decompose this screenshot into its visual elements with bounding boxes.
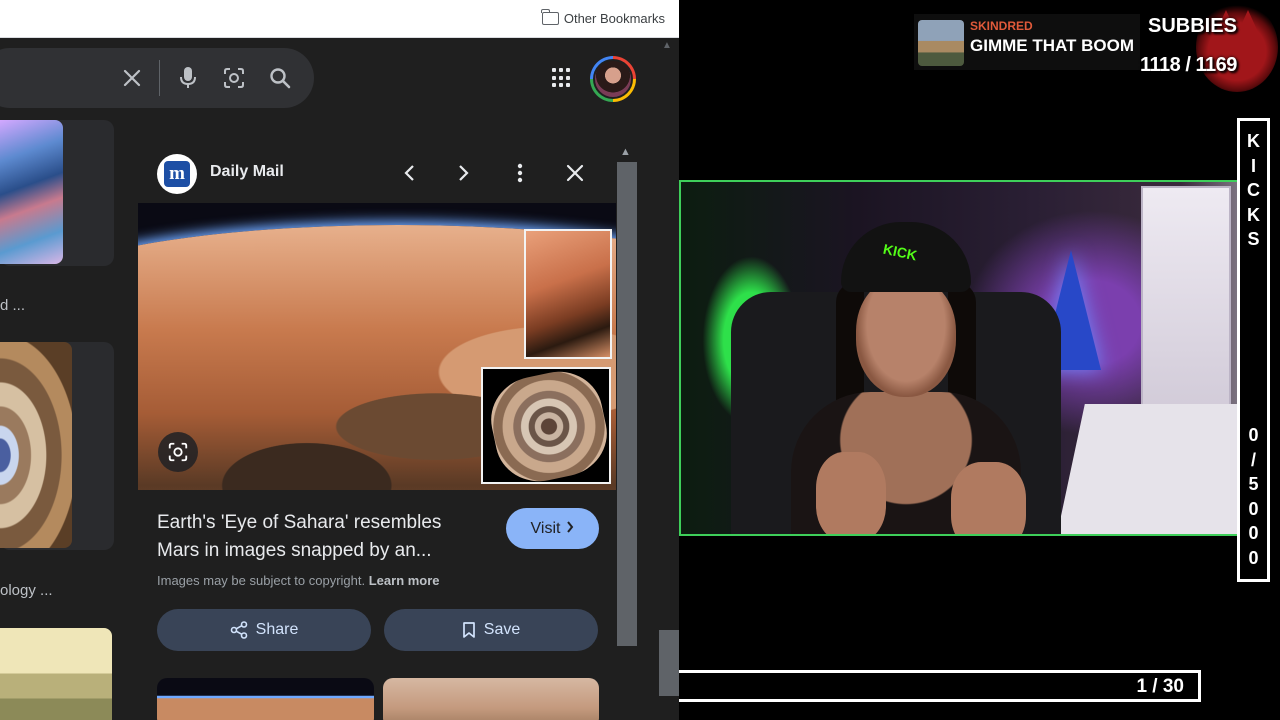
bookmark-icon	[462, 621, 476, 639]
close-panel-icon[interactable]	[562, 160, 588, 186]
save-label: Save	[483, 621, 521, 638]
progress-goal-bar: 1 / 30	[679, 670, 1201, 702]
source-name[interactable]: Daily Mail	[210, 163, 284, 181]
learn-more-link[interactable]: Learn more	[369, 573, 440, 588]
browser-window: Other Bookmarks ▲ d ... ology ... m Dail…	[0, 0, 679, 720]
source-logo[interactable]: m	[157, 154, 197, 194]
result-thumbnail[interactable]	[0, 120, 63, 264]
alert-username: SKINDRED	[970, 19, 1033, 33]
result-thumbnail[interactable]	[0, 342, 72, 548]
kicks-count: 0 / 5 0 0 0	[1248, 425, 1259, 568]
related-image-thumbnail[interactable]	[524, 229, 612, 359]
subs-count: 1118 / 1169	[1140, 54, 1237, 76]
alert-message: GIMME THAT BOOM	[970, 36, 1134, 55]
next-icon[interactable]	[451, 160, 477, 186]
lens-icon[interactable]	[222, 66, 246, 90]
share-label: Share	[255, 621, 299, 638]
subs-label: SUBBIES	[1148, 15, 1237, 37]
search-icon[interactable]	[268, 66, 292, 90]
webcam-feed: KICK	[679, 180, 1269, 536]
lens-search-icon[interactable]	[158, 432, 198, 472]
save-button[interactable]: Save	[384, 609, 598, 651]
visit-label: Visit	[530, 519, 561, 537]
related-image-thumbnail[interactable]	[383, 678, 599, 720]
image-headline[interactable]: Earth's 'Eye of Sahara' resembles Mars i…	[157, 509, 487, 565]
previous-icon[interactable]	[396, 160, 422, 186]
close-icon[interactable]	[120, 66, 144, 90]
folder-icon	[541, 9, 559, 25]
other-bookmarks-label: Other Bookmarks	[563, 11, 665, 26]
page-scrollbar[interactable]	[659, 630, 679, 696]
progress-label: 1 / 30	[1136, 676, 1184, 697]
panel-scroll-up-arrow[interactable]: ▲	[620, 146, 631, 158]
visit-button[interactable]: Visit	[506, 508, 599, 549]
mic-icon[interactable]	[176, 66, 200, 90]
bookmarks-bar: Other Bookmarks	[0, 0, 679, 38]
chevron-right-icon	[566, 520, 574, 538]
other-bookmarks-button[interactable]: Other Bookmarks	[541, 9, 665, 26]
page-scroll-up-arrow[interactable]: ▲	[662, 40, 672, 51]
result-caption[interactable]: d ...	[0, 297, 25, 314]
panel-scrollbar[interactable]	[617, 162, 637, 646]
share-button[interactable]: Share	[157, 609, 371, 651]
result-thumbnail[interactable]	[0, 628, 112, 720]
result-caption[interactable]: ology ...	[0, 582, 53, 599]
kicks-goal-box: K I C K S 0 / 5 0 0 0	[1237, 118, 1270, 582]
share-icon	[230, 621, 248, 639]
search-divider	[159, 60, 160, 96]
related-image-thumbnail[interactable]	[157, 678, 374, 720]
more-options-icon[interactable]	[507, 160, 533, 186]
copyright-text: Images may be subject to copyright.	[157, 573, 366, 588]
search-bar[interactable]	[0, 48, 314, 108]
account-avatar[interactable]	[590, 56, 636, 102]
kicks-label: K I C K S	[1247, 131, 1260, 249]
copyright-notice: Images may be subject to copyright. Lear…	[157, 573, 440, 588]
alert-thumbnail	[918, 20, 964, 66]
related-image-thumbnail[interactable]	[481, 367, 611, 484]
apps-grid-icon[interactable]	[552, 68, 572, 88]
